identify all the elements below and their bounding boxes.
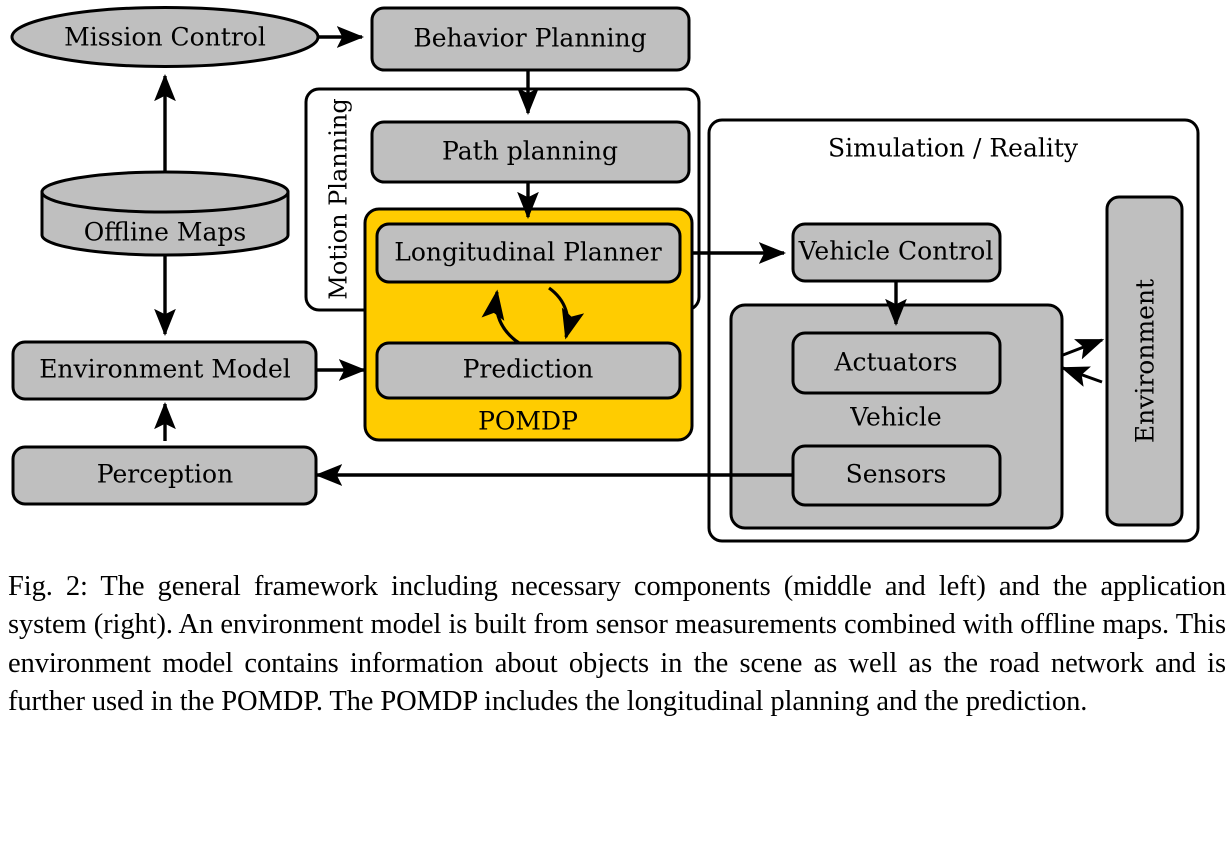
node-prediction[interactable]: Prediction — [375, 341, 682, 400]
framework-diagram: Motion Planning Simulation / Reality Veh… — [0, 0, 1230, 560]
vehicle-control-label: Vehicle Control — [798, 237, 994, 266]
node-actuators[interactable]: Actuators — [791, 331, 1002, 395]
figure-caption-text: Fig. 2: The general framework including … — [8, 571, 1226, 717]
environment-model-label: Environment Model — [39, 355, 291, 384]
path-planning-label: Path planning — [442, 137, 618, 166]
node-environment-model[interactable]: Environment Model — [11, 340, 318, 401]
longitudinal-planner-label: Longitudinal Planner — [394, 238, 662, 267]
node-offline-maps[interactable]: Offline Maps — [40, 170, 290, 257]
node-vehicle-control[interactable]: Vehicle Control — [791, 222, 1002, 283]
node-environment[interactable]: Environment — [1105, 195, 1184, 527]
perception-label: Perception — [97, 460, 233, 489]
simulation-reality-label: Simulation / Reality — [828, 134, 1079, 163]
mission-control-label: Mission Control — [64, 23, 266, 52]
environment-label: Environment — [1131, 279, 1160, 443]
node-sensors[interactable]: Sensors — [791, 444, 1002, 507]
pomdp-label: POMDP — [478, 407, 578, 436]
node-perception[interactable]: Perception — [11, 445, 318, 506]
node-path-planning[interactable]: Path planning — [370, 120, 691, 184]
node-longitudinal-planner[interactable]: Longitudinal Planner — [375, 222, 682, 284]
sensors-label: Sensors — [846, 460, 947, 489]
edge-vehicle-to-environment — [1062, 338, 1105, 360]
figure-root: Motion Planning Simulation / Reality Veh… — [0, 0, 1230, 844]
actuators-label: Actuators — [834, 348, 958, 377]
behavior-planning-label: Behavior Planning — [413, 24, 646, 53]
node-behavior-planning[interactable]: Behavior Planning — [370, 6, 691, 72]
offline-maps-top — [40, 170, 290, 214]
edge-environment-to-vehicle — [1060, 366, 1103, 387]
motion-planning-label: Motion Planning — [325, 98, 353, 299]
offline-maps-label: Offline Maps — [84, 218, 246, 247]
node-mission-control[interactable]: Mission Control — [10, 6, 320, 68]
prediction-label: Prediction — [463, 355, 594, 384]
figure-caption: Fig. 2: The general framework including … — [8, 568, 1226, 721]
vehicle-label: Vehicle — [849, 403, 941, 432]
